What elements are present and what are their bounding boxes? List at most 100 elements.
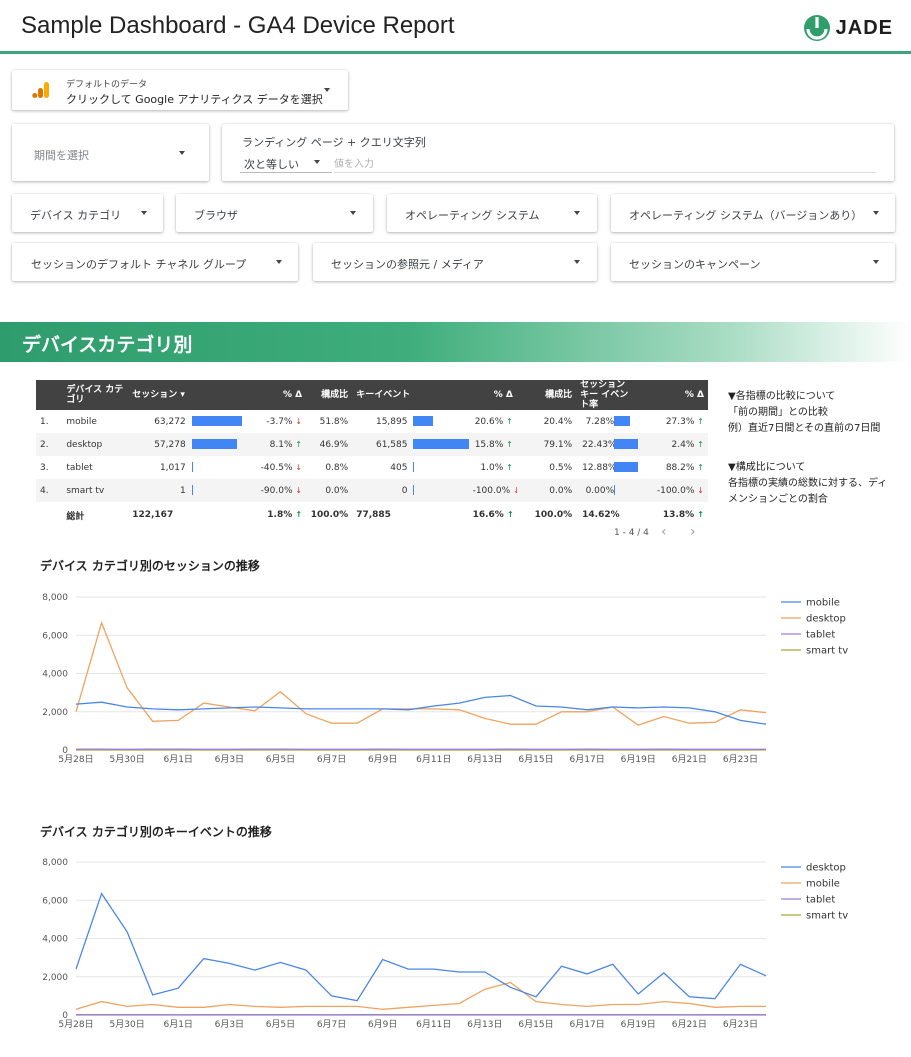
col-key-events[interactable]: キーイベント bbox=[352, 380, 469, 410]
datasource-selector[interactable]: デフォルトのデータ クリックして Google アナリティクス データを選択 bbox=[12, 70, 348, 110]
table-row[interactable]: 4. smart tv 1 -90.0% ↓ 0.0% 0 -100.0% ↓ 0.0% 0.0… bbox=[36, 479, 708, 502]
up-arrow-icon: ↑ bbox=[697, 439, 704, 449]
prev-page-icon[interactable]: ‹ bbox=[661, 524, 667, 540]
row-index: 4. bbox=[36, 479, 63, 502]
date-range-control[interactable]: 期間を選択 bbox=[12, 124, 209, 181]
sessions-value: 57,278 bbox=[128, 433, 190, 456]
col-events-share[interactable]: 構成比 bbox=[516, 380, 577, 410]
note-share: ▼構成比について 各指標の実績の総数に対する、ディ メンションごとの割合 bbox=[728, 460, 887, 508]
value-input[interactable]: 値を入力 bbox=[334, 155, 374, 170]
value-input-underline bbox=[334, 172, 876, 173]
delta-value: 2.4% bbox=[671, 439, 695, 450]
x-tick-label: 5月28日 bbox=[58, 754, 93, 765]
table-row[interactable]: 1. mobile 63,272 -3.7% ↓ 51.8% 15,895 20.6% ↑ 2… bbox=[36, 410, 708, 433]
legend-entry: tablet bbox=[806, 630, 835, 641]
operator-select[interactable]: 次と等しい bbox=[244, 156, 299, 172]
x-tick-label: 6月3日 bbox=[215, 1019, 244, 1030]
events-bar bbox=[411, 433, 469, 456]
x-tick-label: 6月1日 bbox=[163, 754, 192, 765]
delta-value: 20.6% bbox=[474, 416, 504, 427]
note-line: ▼構成比について bbox=[728, 462, 806, 473]
delta-value: -40.5% bbox=[260, 462, 293, 473]
next-page-icon[interactable]: › bbox=[690, 524, 696, 540]
col-sessions[interactable]: セッション ▾ bbox=[128, 380, 247, 410]
rate-delta: -100.0% ↓ bbox=[637, 479, 708, 502]
filter-device-category[interactable]: デバイス カテゴリ bbox=[12, 194, 163, 232]
y-tick-label: 2,000 bbox=[42, 708, 68, 718]
sessions-delta: 8.1% ↑ bbox=[246, 433, 307, 456]
col-sessions-delta[interactable]: % Δ bbox=[246, 380, 307, 410]
filter-label: セッションのデフォルト チャネル グループ bbox=[31, 258, 247, 271]
rate-delta: 2.4% ↑ bbox=[637, 433, 708, 456]
note-comparison: ▼各指標の比較について 「前の期間」との比較 例）直近7日間とその直前の7日間 bbox=[728, 389, 880, 437]
filter-campaign[interactable]: セッションのキャンペーン bbox=[611, 243, 895, 281]
events-value: 61,585 bbox=[352, 433, 412, 456]
legend-entry: mobile bbox=[806, 598, 840, 609]
table-row[interactable]: 2. desktop 57,278 8.1% ↑ 46.9% 61,585 15.8% ↑ 7… bbox=[36, 433, 708, 456]
key-events-trend-chart: 02,0004,0006,0008,0005月28日 5月30日 6月1日 6月3日 6… bbox=[42, 858, 848, 1030]
sessions-bar bbox=[190, 410, 247, 433]
sessions-share: 0.0% bbox=[306, 479, 353, 502]
rate-delta: 88.2% ↑ bbox=[638, 456, 708, 479]
total-label: 総計 bbox=[66, 511, 85, 522]
events-share: 0.5% bbox=[549, 462, 573, 473]
legend-entry: desktop bbox=[806, 614, 846, 625]
filter-os-version[interactable]: オペレーティング システム（バージョンあり） bbox=[611, 194, 895, 232]
legend-entry: mobile bbox=[806, 879, 840, 890]
event-rate: 22.43% bbox=[576, 433, 638, 456]
x-tick-label: 6月15日 bbox=[518, 1019, 553, 1030]
up-arrow-icon: ↑ bbox=[506, 439, 513, 449]
sessions-chart-title: デバイス カテゴリ別のセッションの推移 bbox=[40, 559, 260, 573]
key-events-chart-title: デバイス カテゴリ別のキーイベントの推移 bbox=[40, 825, 272, 839]
down-arrow-icon: ↓ bbox=[295, 462, 303, 472]
sessions-bar bbox=[190, 456, 247, 479]
filter-channel-group[interactable]: セッションのデフォルト チャネル グループ bbox=[12, 243, 298, 281]
filter-source-medium[interactable]: セッションの参照元 / メディア bbox=[313, 243, 597, 281]
x-tick-label: 6月17日 bbox=[570, 1019, 605, 1030]
row-index: 2. bbox=[36, 433, 63, 456]
rate-value: 0.00% bbox=[585, 485, 615, 496]
chevron-down-icon bbox=[141, 211, 147, 215]
delta-value: 1.0% bbox=[480, 462, 504, 473]
x-tick-label: 6月23日 bbox=[723, 1019, 758, 1030]
col-event-rate[interactable]: セッション キー イベント率 bbox=[576, 380, 638, 410]
row-index: 1. bbox=[40, 416, 49, 427]
device-name: smart tv bbox=[62, 479, 129, 502]
up-arrow-icon: ↑ bbox=[697, 510, 704, 519]
events-value: 15,895 bbox=[375, 416, 408, 427]
events-share: 79.1% bbox=[516, 433, 577, 456]
col-sessions-share[interactable]: 構成比 bbox=[306, 380, 353, 410]
filter-browser[interactable]: ブラウザ bbox=[176, 194, 373, 232]
table-row[interactable]: 3. tablet 1,017 -40.5% ↓ 0.8% 405 1.0% ↑ 0.5% 12… bbox=[36, 456, 708, 479]
rate-delta: 27.3% ↑ bbox=[638, 410, 708, 433]
x-tick-label: 6月7日 bbox=[317, 1019, 346, 1030]
col-events-delta[interactable]: % Δ bbox=[468, 380, 517, 410]
y-tick-label: 8,000 bbox=[42, 593, 68, 603]
sessions-share: 51.8% bbox=[319, 416, 349, 427]
filter-os[interactable]: オペレーティング システム bbox=[387, 194, 597, 232]
data-bar bbox=[191, 485, 193, 496]
col-rate-delta[interactable]: % Δ bbox=[637, 380, 708, 410]
series-line-desktop bbox=[75, 892, 767, 1002]
data-bar bbox=[614, 485, 616, 496]
landing-page-filter[interactable]: ランディング ページ + クエリ文字列 次と等しい 値を入力 bbox=[222, 124, 894, 181]
x-tick-label: 6月21日 bbox=[672, 1019, 707, 1030]
sessions-share: 0.8% bbox=[325, 462, 349, 473]
sessions-value: 1,017 bbox=[159, 462, 186, 473]
legend-entry: smart tv bbox=[806, 911, 848, 922]
chevron-down-icon bbox=[873, 211, 879, 215]
col-device-category[interactable]: デバイス カテゴリ bbox=[62, 380, 129, 410]
sessions-share: 46.9% bbox=[306, 433, 353, 456]
total-rate-delta: 13.8% ↑ bbox=[638, 502, 708, 528]
row-index bbox=[36, 502, 62, 528]
event-rate: 7.28% bbox=[576, 410, 637, 433]
legend-entry: tablet bbox=[806, 895, 835, 906]
data-bar bbox=[191, 439, 237, 450]
chevron-down-icon bbox=[574, 211, 580, 215]
data-bar bbox=[614, 439, 638, 450]
down-arrow-icon: ↓ bbox=[513, 485, 517, 495]
down-arrow-icon: ↓ bbox=[295, 485, 303, 495]
events-bar bbox=[411, 410, 468, 433]
delta-value: -100.0% bbox=[656, 485, 695, 496]
up-arrow-icon: ↑ bbox=[506, 462, 513, 472]
